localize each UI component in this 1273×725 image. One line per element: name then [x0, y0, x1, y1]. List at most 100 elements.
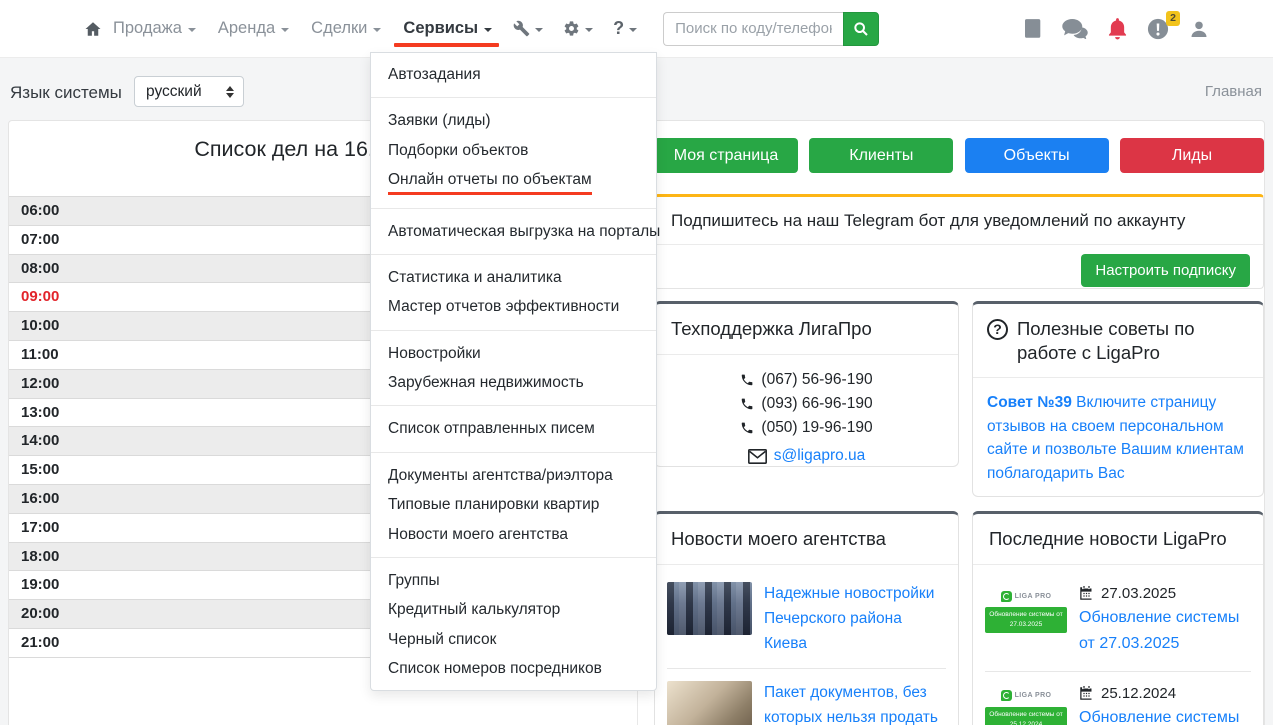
agency-news-title: Новости моего агентства [655, 514, 958, 565]
thumbnail-caption: Обновление системы от 25.12.2024 [985, 706, 1067, 725]
ligapro-logo-icon [1000, 690, 1012, 702]
menu-item-agency-news[interactable]: Новости моего агентства [371, 520, 656, 549]
support-phone: (093) 66-96-190 [663, 392, 950, 416]
phone-icon [742, 374, 753, 386]
news-item[interactable]: Надежные новостройки Печерского района К… [667, 573, 946, 665]
menu-item-apartment-layouts[interactable]: Типовые планировки квартир [371, 490, 656, 519]
menu-item-blacklist[interactable]: Черный список [371, 625, 656, 654]
active-nav-underline [394, 42, 500, 47]
menu-item-groups[interactable]: Группы [371, 566, 656, 595]
menu-item-intermediary-numbers[interactable]: Список номеров посредников [371, 654, 656, 683]
news-item[interactable]: Пакет документов, без которых нельзя про… [667, 672, 946, 725]
tips-card: ? Полезные советы по работе с LigaPro Со… [972, 301, 1264, 497]
news-link[interactable]: Пакет документов, без которых нельзя про… [764, 681, 946, 725]
nav-item-label: Сервисы [403, 19, 479, 37]
support-phone: (050) 19-96-190 [663, 416, 950, 440]
news-thumbnail[interactable]: LIGA PRO Обновление системы от 25.12.202… [985, 685, 1067, 725]
nav-item-label: Аренда [217, 19, 276, 37]
my-page-button[interactable]: Моя страница [654, 138, 798, 173]
envelope-icon [747, 448, 767, 464]
search-button[interactable] [843, 11, 880, 46]
gear-icon [564, 21, 579, 36]
search-icon [854, 21, 868, 36]
menu-divider [371, 207, 656, 209]
phone-icon [742, 398, 753, 410]
menu-item-agency-documents[interactable]: Документы агентства/риэлтора [371, 461, 656, 490]
dashboard-column: Моя страница Клиенты Объекты Лиды Подпиш… [646, 121, 1264, 725]
select-arrows-icon [226, 85, 234, 98]
phone-icon [742, 422, 753, 434]
menu-item-leads[interactable]: Заявки (лиды) [371, 106, 656, 135]
bell-icon[interactable] [1108, 18, 1127, 40]
tools-menu[interactable] [503, 0, 553, 58]
telegram-subscribe-text: Подпишитесь на наш Telegram бот для увед… [655, 197, 1263, 245]
help-icon: ? [613, 18, 625, 38]
services-dropdown-menu: Автозадания Заявки (лиды) Подборки объек… [370, 52, 660, 692]
question-circle-icon: ? [987, 319, 1008, 340]
tip-text: Совет №39 Включите страницу отзывов на с… [987, 394, 1244, 482]
caret-down-icon [535, 27, 544, 32]
objects-button[interactable]: Объекты [964, 138, 1109, 173]
news-link[interactable]: Надежные новостройки Печерского района К… [764, 582, 946, 656]
support-card-title: Техподдержка ЛигаПро [655, 304, 958, 355]
menu-item-online-reports[interactable]: Онлайн отчеты по объектам [371, 165, 656, 199]
menu-item-sent-letters[interactable]: Список отправленных писем [371, 414, 656, 443]
caret-down-icon [484, 27, 493, 32]
menu-item-foreign-real-estate[interactable]: Зарубежная недвижимость [371, 368, 656, 397]
chat-icon[interactable] [1062, 19, 1088, 39]
wrench-icon [513, 20, 530, 37]
calendar-icon [1080, 586, 1092, 600]
caret-down-icon [373, 27, 382, 32]
news-item[interactable]: LIGA PRO Обновление системы от 25.12.202… [985, 675, 1251, 725]
caret-down-icon [629, 27, 638, 32]
menu-item-statistics[interactable]: Статистика и аналитика [371, 263, 656, 292]
menu-divider [371, 253, 656, 255]
journal-icon[interactable] [1025, 18, 1042, 40]
news-thumbnail [667, 681, 752, 725]
menu-item-new-buildings[interactable]: Новостройки [371, 339, 656, 368]
configure-subscription-button[interactable]: Настроить подписку [1081, 254, 1250, 287]
alerts-icon[interactable]: 2 [1147, 11, 1180, 40]
language-value: русский [146, 82, 202, 100]
nav-item-rent[interactable]: Аренда [207, 0, 300, 58]
quick-buttons: Моя страница Клиенты Объекты Лиды [654, 138, 1264, 173]
language-select[interactable]: русский [134, 76, 244, 107]
help-menu[interactable]: ? [603, 0, 647, 58]
clients-button[interactable]: Клиенты [809, 138, 954, 173]
search-bar [663, 11, 880, 46]
menu-item-autotasks[interactable]: Автозадания [371, 60, 656, 89]
support-email-link[interactable]: s@ligapro.ua [774, 447, 866, 465]
nav-item-deals[interactable]: Сделки [300, 0, 392, 58]
settings-menu[interactable] [553, 0, 603, 58]
thumbnail-caption: Обновление системы от 27.03.2025 [985, 607, 1067, 633]
caret-down-icon [187, 27, 196, 32]
ligapro-news-title: Последние новости LigaPro [973, 514, 1263, 565]
menu-item-portal-export[interactable]: Автоматическая выгрузка на порталы [371, 217, 660, 246]
menu-divider [371, 451, 656, 453]
divider [985, 670, 1251, 672]
news-link[interactable]: Обновление системы от 25.12.2024 [1079, 709, 1239, 725]
nav-item-services[interactable]: Сервисы [392, 0, 503, 58]
language-label: Язык системы [10, 83, 122, 102]
leads-button[interactable]: Лиды [1119, 138, 1264, 173]
menu-item-credit-calculator[interactable]: Кредитный калькулятор [371, 595, 656, 624]
agency-news-card: Новости моего агентства Надежные новостр… [654, 511, 959, 725]
menu-item-efficiency-reports[interactable]: Мастер отчетов эффективности [371, 292, 656, 321]
top-navbar: Продажа Аренда Сделки Сервисы ? Поиск по… [0, 0, 1273, 58]
news-thumbnail[interactable]: LIGA PRO Обновление системы от 27.03.202… [985, 585, 1067, 633]
search-input[interactable] [663, 11, 844, 46]
news-thumbnail [667, 582, 752, 635]
menu-item-selections[interactable]: Подборки объектов [371, 136, 656, 165]
nav-item-label: Продажа [113, 19, 182, 37]
nav-item-sales[interactable]: Продажа [102, 0, 207, 58]
home-icon[interactable] [84, 20, 102, 38]
news-date: 25.12.2024 [1079, 685, 1251, 702]
news-item[interactable]: LIGA PRO Обновление системы от 27.03.202… [985, 575, 1251, 668]
divider [667, 668, 946, 670]
user-icon[interactable] [1189, 19, 1209, 40]
tips-card-title: Полезные советы по работе с LigaPro [1017, 318, 1195, 363]
menu-divider [371, 556, 656, 558]
news-link[interactable]: Обновление системы от 27.03.2025 [1079, 609, 1239, 652]
breadcrumb: Главная [1204, 83, 1262, 100]
support-phone: (067) 56-96-190 [663, 368, 950, 392]
